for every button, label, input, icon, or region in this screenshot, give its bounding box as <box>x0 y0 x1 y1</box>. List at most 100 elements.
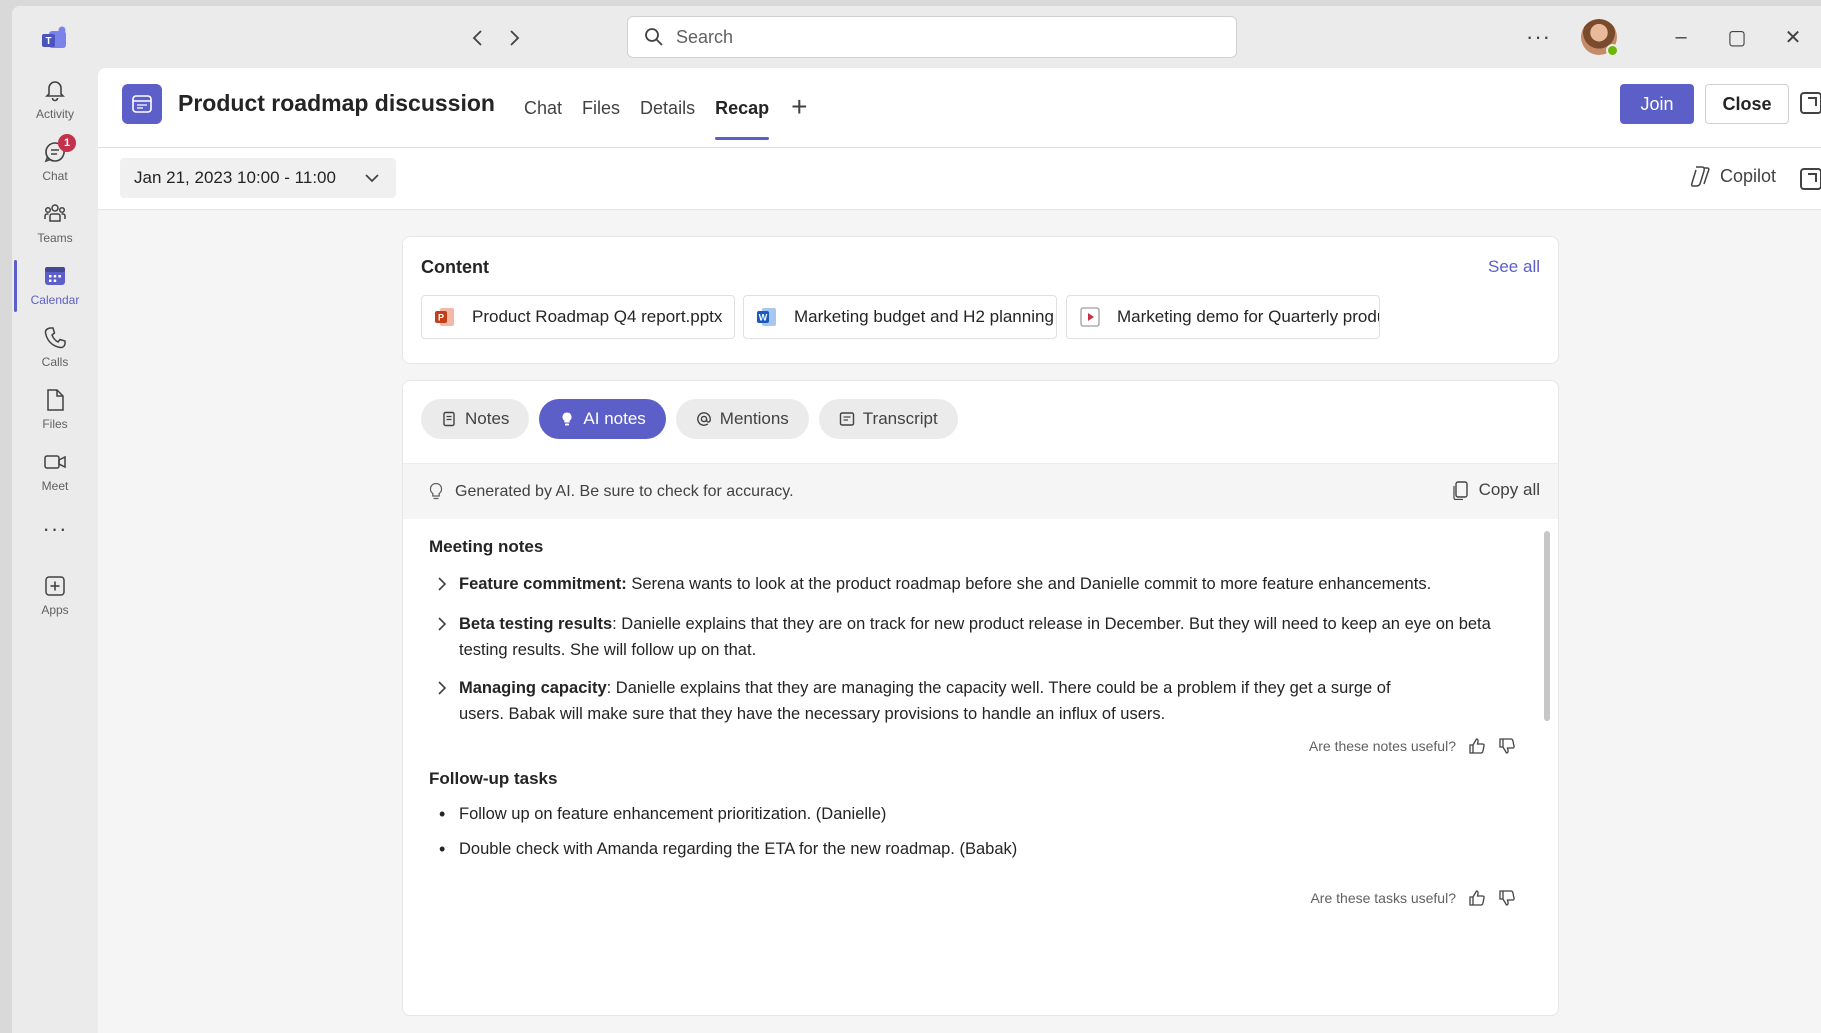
chevron-down-icon <box>365 174 379 183</box>
note-heading: Managing capacity <box>459 679 607 697</box>
add-app-icon <box>45 576 65 596</box>
rail-item-calendar[interactable]: Calendar <box>12 254 98 316</box>
popout-icon[interactable] <box>1800 168 1821 190</box>
main-pane: Product roadmap discussion Chat Files De… <box>98 68 1821 1033</box>
chevron-left-icon <box>472 30 482 46</box>
search-box[interactable] <box>627 16 1237 58</box>
rail-label: Chat <box>42 169 68 183</box>
task-item: Double check with Amanda regarding the E… <box>439 839 1017 860</box>
rail-item-teams[interactable]: Teams <box>12 192 98 254</box>
transcript-icon <box>839 412 854 426</box>
note-text: : Danielle explains that they are on tra… <box>459 615 1491 659</box>
file-name: Marketing demo for Quarterly produ... <box>1117 307 1380 326</box>
calendar-icon <box>45 267 65 285</box>
at-mention-icon <box>696 412 711 426</box>
meeting-header: Product roadmap discussion Chat Files De… <box>98 68 1821 148</box>
rail-label: Teams <box>37 231 73 245</box>
copy-all-button[interactable]: Copy all <box>1452 480 1540 500</box>
chevron-right-icon[interactable] <box>433 679 451 697</box>
more-icon: ··· <box>42 516 68 541</box>
tab-chat[interactable]: Chat <box>514 68 572 148</box>
rail-more-apps-button[interactable]: ··· <box>12 498 98 560</box>
video-file-icon <box>1080 307 1100 327</box>
copy-icon <box>1452 481 1468 500</box>
content-card: Content See all P Product Roadmap Q4 rep… <box>402 236 1559 364</box>
thumbs-up-icon[interactable] <box>1468 889 1486 907</box>
thumbs-down-icon[interactable] <box>1498 737 1516 755</box>
notes-feedback: Are these notes useful? <box>1309 737 1516 755</box>
date-range-dropdown[interactable]: Jan 21, 2023 10:00 - 11:00 <box>120 158 396 198</box>
chevron-right-icon[interactable] <box>433 575 451 593</box>
file-icon <box>47 389 64 411</box>
close-button[interactable]: Close <box>1705 84 1789 124</box>
pill-label: Transcript <box>862 409 938 428</box>
notes-card: Notes AI notes Mentions Transcript Gener… <box>402 380 1559 1016</box>
rail-item-apps[interactable]: Apps <box>12 564 98 626</box>
note-heading: Feature commitment: <box>459 575 627 593</box>
minimize-button[interactable]: – <box>1653 26 1709 49</box>
see-all-link[interactable]: See all <box>1488 257 1540 277</box>
file-chip[interactable]: W Marketing budget and H2 planning <box>743 295 1057 339</box>
pill-label: Mentions <box>719 409 789 428</box>
ai-disclaimer-text: Generated by AI. Be sure to check for ac… <box>455 482 794 500</box>
pill-transcript[interactable]: Transcript <box>818 399 958 439</box>
join-button[interactable]: Join <box>1620 84 1694 124</box>
thumbs-up-icon[interactable] <box>1468 737 1486 755</box>
rail-label: Calls <box>41 355 69 369</box>
rail-label: Activity <box>35 107 74 121</box>
rail-label: Meet <box>41 479 69 493</box>
svg-text:T: T <box>45 36 51 47</box>
date-range-label: Jan 21, 2023 10:00 - 11:00 <box>134 168 336 187</box>
rail-item-meet[interactable]: Meet <box>12 440 98 502</box>
tasks-feedback-label: Are these tasks useful? <box>1310 890 1456 906</box>
bell-icon <box>45 81 65 102</box>
follow-up-tasks-heading: Follow-up tasks <box>429 769 558 788</box>
search-icon <box>645 28 663 46</box>
chevron-right-icon[interactable] <box>433 615 451 633</box>
file-chip[interactable]: Marketing demo for Quarterly produ... <box>1066 295 1380 339</box>
file-name: Marketing budget and H2 planning <box>794 307 1054 326</box>
svg-text:W: W <box>759 313 768 323</box>
app-rail: Activity 1 Chat Teams Calendar Calls Fil… <box>12 68 98 1033</box>
pill-ai-notes[interactable]: AI notes <box>539 399 666 439</box>
pill-label: AI notes <box>583 409 646 428</box>
presence-available-icon <box>1606 44 1619 57</box>
tab-details[interactable]: Details <box>630 68 705 148</box>
tab-recap[interactable]: Recap <box>705 68 779 148</box>
notes-icon <box>443 411 455 427</box>
maximize-button[interactable]: ▢ <box>1709 25 1765 50</box>
avatar[interactable] <box>1581 19 1619 57</box>
teams-icon <box>44 204 66 222</box>
back-button[interactable] <box>464 26 492 54</box>
file-name: Product Roadmap Q4 report.pptx <box>472 307 723 326</box>
rail-item-activity[interactable]: Activity <box>12 68 98 130</box>
notes-scrollbar[interactable] <box>1544 531 1550 721</box>
note-heading: Beta testing results <box>459 615 613 633</box>
meeting-subheader: Jan 21, 2023 10:00 - 11:00 Copilot <box>98 148 1821 210</box>
copilot-icon <box>1690 166 1710 187</box>
meeting-note-item: Beta testing results: Danielle explains … <box>433 611 1523 663</box>
lightbulb-icon <box>562 412 572 426</box>
copilot-button[interactable]: Copilot <box>1688 164 1776 188</box>
search-input[interactable] <box>676 26 1196 48</box>
rail-item-calls[interactable]: Calls <box>12 316 98 378</box>
svg-text:P: P <box>438 313 444 323</box>
tab-files[interactable]: Files <box>572 68 630 148</box>
rail-item-chat[interactable]: 1 Chat <box>12 130 98 192</box>
meeting-tabs: Chat Files Details Recap + <box>514 68 819 148</box>
pill-mentions[interactable]: Mentions <box>675 399 809 439</box>
copilot-label: Copilot <box>1720 165 1777 186</box>
forward-button[interactable] <box>500 26 528 54</box>
unread-badge: 1 <box>58 134 76 152</box>
phone-icon <box>44 327 66 349</box>
popout-icon[interactable] <box>1800 92 1821 114</box>
copy-all-label: Copy all <box>1478 480 1540 499</box>
file-chip[interactable]: P Product Roadmap Q4 report.pptx <box>421 295 735 339</box>
window-close-button[interactable]: ✕ <box>1765 25 1821 50</box>
rail-item-files[interactable]: Files <box>12 378 98 440</box>
thumbs-down-icon[interactable] <box>1498 889 1516 907</box>
content-title: Content <box>421 257 489 277</box>
pill-notes[interactable]: Notes <box>421 399 530 439</box>
more-options-button[interactable]: ··· <box>1526 24 1551 50</box>
add-tab-button[interactable]: + <box>779 68 819 148</box>
